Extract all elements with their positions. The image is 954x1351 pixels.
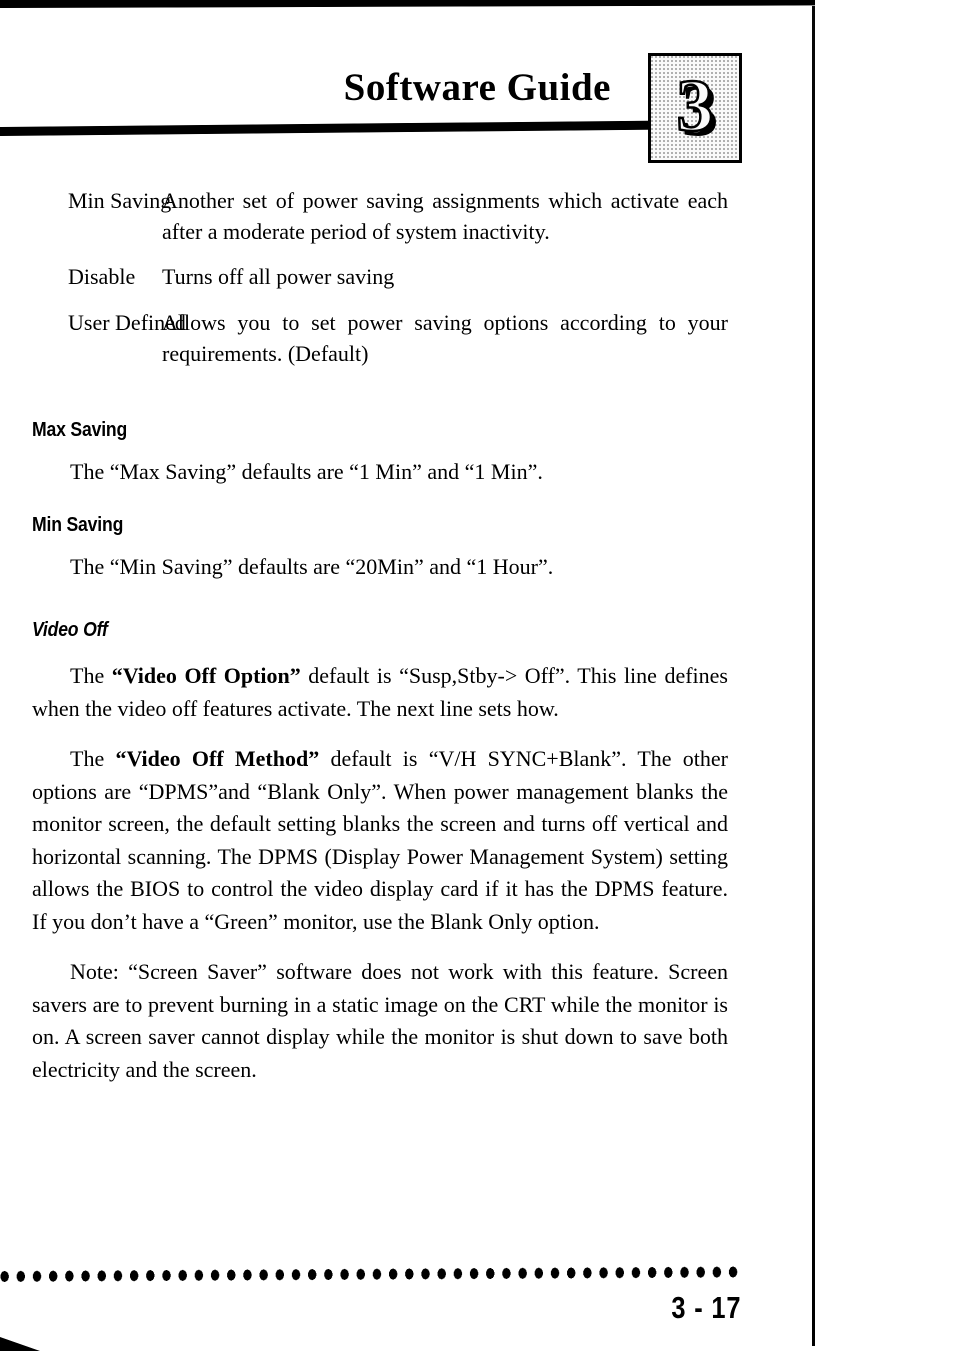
paragraph-video-off-method: The “Video Off Method” default is “V/H S… [0, 743, 816, 938]
paragraph-screen-saver-note: Note: “Screen Saver” software does not w… [32, 959, 728, 1082]
definition-row: Min Saving Another set of power saving a… [0, 185, 816, 247]
section-body-max-saving: The “Max Saving” defaults are “1 Min” an… [70, 459, 543, 484]
section-heading-max-saving: Max Saving [32, 419, 128, 441]
section-heading-video-off: Video Off [32, 619, 108, 641]
definition-term: Disable [68, 264, 136, 289]
scan-artifact-right-margin [815, 0, 954, 1351]
paragraph-video-off-option: The “Video Off Option” default is “Susp,… [0, 660, 816, 725]
footer-dot-rule [0, 1265, 742, 1284]
definition-row: User Defined Allows you to set power sav… [0, 307, 816, 369]
paragraph-rest-text: default is “V/H SYNC+Blank”. The other o… [32, 746, 728, 934]
definition-term: Min Saving [68, 188, 172, 213]
definition-term: User Defined [68, 310, 186, 335]
definition-description: Allows you to set power saving options a… [162, 310, 728, 366]
running-head-title: Software Guide [343, 66, 611, 109]
power-saving-definition-list: Min Saving Another set of power saving a… [0, 185, 816, 369]
emphasis-video-off-option: “Video Off Option” [111, 663, 301, 688]
document-page: Software Guide 3 Min Saving Another set … [0, 0, 954, 1351]
page-footer: 3 - 17 [0, 1262, 816, 1351]
section-body-min-saving: The “Min Saving” defaults are “20Min” an… [70, 554, 554, 579]
paragraph-lead-text: The [70, 663, 112, 688]
chapter-number-box: 3 [648, 53, 742, 163]
scan-artifact-top-bar [0, 0, 816, 8]
page-number: 3 - 17 [671, 1290, 741, 1325]
header-rule [0, 120, 660, 136]
emphasis-video-off-method: “Video Off Method” [115, 746, 320, 771]
definition-description: Another set of power saving assignments … [162, 188, 728, 244]
paragraph-lead-text: The [70, 746, 116, 771]
page-content: Min Saving Another set of power saving a… [0, 185, 816, 1086]
definition-description: Turns off all power saving [162, 264, 395, 289]
chapter-number-glyph: 3 [675, 65, 715, 148]
page-header: Software Guide 3 [0, 53, 816, 168]
section-heading-min-saving: Min Saving [32, 514, 124, 536]
definition-row: Disable Turns off all power saving [0, 261, 816, 293]
scan-artifact-bottom-left-corner [0, 1337, 40, 1351]
